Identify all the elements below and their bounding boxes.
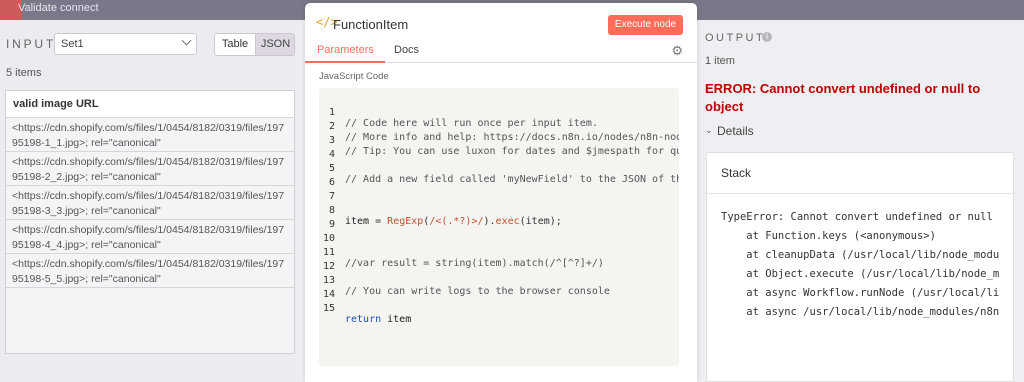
input-panel-title: INPUT <box>6 37 56 51</box>
tab-docs[interactable]: Docs <box>394 44 419 56</box>
cell-line: 95198-5_5.jpg>; rel="canonical" <box>12 273 161 285</box>
column-header: valid image URL <box>6 91 294 118</box>
view-mode-toggle: Table JSON <box>214 33 295 56</box>
line-number: 15 <box>322 303 335 314</box>
tab-parameters[interactable]: Parameters <box>317 44 374 56</box>
active-tab-indicator <box>305 61 385 63</box>
info-icon[interactable]: i <box>762 32 772 42</box>
code-line: 7 <box>319 180 679 202</box>
output-panel-title: OUTPUT <box>705 32 766 44</box>
cell-line: <https://cdn.shopify.com/s/files/1/0454/… <box>12 190 285 202</box>
table-view-button[interactable]: Table <box>215 34 255 55</box>
code-token: return <box>345 314 382 325</box>
table-row: <https://cdn.shopify.com/s/files/1/0454/… <box>6 186 294 220</box>
table-row: <https://cdn.shopify.com/s/files/1/0454/… <box>6 220 294 254</box>
json-view-button[interactable]: JSON <box>255 34 294 55</box>
node-settings-panel: </> FunctionItem Execute node Parameters… <box>305 3 697 382</box>
cell-line: <https://cdn.shopify.com/s/files/1/0454/… <box>12 156 285 168</box>
cell-line: <https://cdn.shopify.com/s/files/1/0454/… <box>12 258 285 270</box>
code-line: 4 <box>319 138 679 160</box>
cell-line: <https://cdn.shopify.com/s/files/1/0454/… <box>12 122 285 134</box>
cell-line: 95198-3_3.jpg>; rel="canonical" <box>12 205 161 217</box>
cell-line: 95198-1_1.jpg>; rel="canonical" <box>12 137 161 149</box>
table-row: <https://cdn.shopify.com/s/files/1/0454/… <box>6 152 294 186</box>
code-line: 15 return item <box>319 292 679 325</box>
stack-line: at async Workflow.runNode (/usr/local/li <box>721 287 1000 299</box>
code-line: 2 // More info and help: https://docs.n8… <box>319 110 679 143</box>
code-line: 8 item = RegExp(/<(.*?)>/).exec(item); <box>319 194 679 227</box>
code-line: 6 <box>319 166 679 188</box>
code-token: item <box>381 314 412 325</box>
code-line: 1 // Code here will run once per input i… <box>319 96 679 129</box>
details-toggle[interactable]: Details <box>717 124 754 138</box>
chevron-down-icon[interactable]: ⌄ <box>705 125 713 136</box>
code-editor[interactable]: 1 // Code here will run once per input i… <box>319 88 679 366</box>
cell-line: <https://cdn.shopify.com/s/files/1/0454/… <box>12 224 285 236</box>
code-line: 14 <box>319 278 679 300</box>
input-panel: INPUT Set1 Table JSON 5 items valid imag… <box>0 20 300 382</box>
stack-line: at async /usr/local/lib/node_modules/n8n <box>721 306 1000 318</box>
topbar-label: Validate connect <box>18 2 99 14</box>
stack-line: TypeError: Cannot convert undefined or n… <box>721 211 993 223</box>
code-line: 11 //var result = string(item).match(/^[… <box>319 236 679 269</box>
execute-node-button[interactable]: Execute node <box>608 15 683 35</box>
input-node-select[interactable]: Set1 <box>54 33 197 55</box>
cell-line: 95198-4_4.jpg>; rel="canonical" <box>12 239 161 251</box>
stack-heading: Stack <box>707 153 1013 194</box>
table-row: <https://cdn.shopify.com/s/files/1/0454/… <box>6 254 294 288</box>
node-title[interactable]: FunctionItem <box>333 17 408 32</box>
error-message: ERROR: Cannot convert undefined or null … <box>705 81 981 114</box>
stack-line: at cleanupData (/usr/local/lib/node_modu <box>721 249 1000 261</box>
cell-line: 95198-2_2.jpg>; rel="canonical" <box>12 171 161 183</box>
code-line: 9 <box>319 208 679 230</box>
table-row: <https://cdn.shopify.com/s/files/1/0454/… <box>6 118 294 152</box>
input-node-select-value: Set1 <box>61 38 84 50</box>
stack-line: at Object.execute (/usr/local/lib/node_m <box>721 268 1000 280</box>
chevron-down-icon <box>181 35 192 46</box>
gear-icon[interactable]: ⚙ <box>671 43 683 59</box>
code-line: 10 <box>319 222 679 244</box>
stack-line: at Function.keys (<anonymous>) <box>721 230 936 242</box>
code-line: 5 // Add a new field called 'myNewField'… <box>319 152 679 185</box>
error-stack-box: Stack TypeError: Cannot convert undefine… <box>706 152 1014 382</box>
code-line: 12 <box>319 250 679 272</box>
code-field-label: JavaScript Code <box>319 71 389 82</box>
line-text: return item <box>345 314 411 325</box>
code-line: 13 // You can write logs to the browser … <box>319 264 679 297</box>
input-data-table: valid image URL <https://cdn.shopify.com… <box>5 90 295 354</box>
code-line: 3 // Tip: You can use luxon for dates an… <box>319 124 679 157</box>
output-items-count: 1 item <box>705 55 735 67</box>
input-items-count: 5 items <box>6 67 42 79</box>
